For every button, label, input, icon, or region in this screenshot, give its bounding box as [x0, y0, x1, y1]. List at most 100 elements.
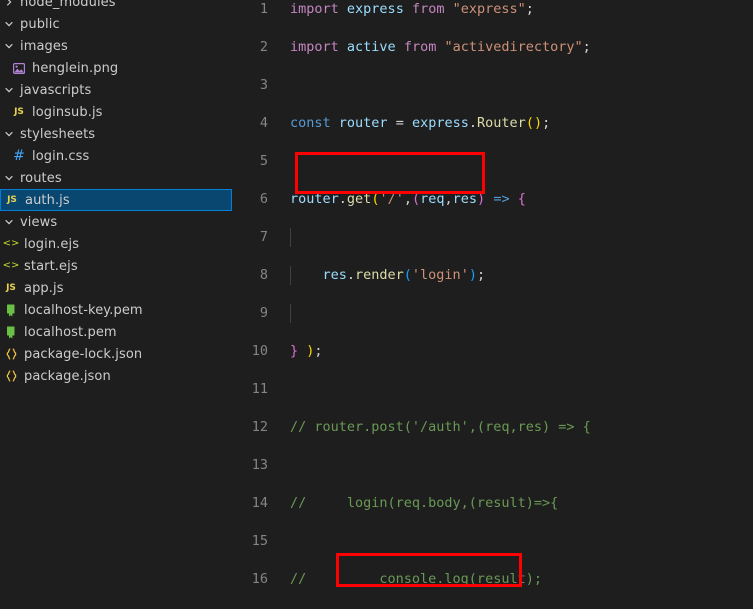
line-number: 12 [251, 419, 268, 435]
file-tree-item-label: henglein.png [32, 60, 119, 76]
file-tree-item-package-json[interactable]: package.json [0, 365, 232, 387]
code-token: "express" [452, 1, 526, 17]
code-token: active [346, 39, 396, 55]
code-line[interactable]: 12 // router.post('/auth',(req,res) => { [232, 418, 753, 437]
chevron-down-icon[interactable] [2, 19, 16, 29]
file-tree-item-localhost-pem[interactable]: localhost.pem [0, 321, 232, 343]
chevron-down-icon[interactable] [2, 217, 16, 227]
file-tree-item-label: localhost-key.pem [24, 302, 143, 318]
code-line[interactable]: 4 const router = express.Router(); [232, 114, 753, 133]
file-tree-item-package-lock-json[interactable]: package-lock.json [0, 343, 232, 365]
code-token: ; [582, 39, 591, 55]
code-token: const [290, 115, 331, 131]
file-tree-item-henglein-png[interactable]: henglein.png [0, 57, 232, 79]
code-line[interactable]: 6 router.get('/',(req,res) => { [232, 190, 753, 209]
file-tree-item-localhost-key-pem[interactable]: localhost-key.pem [0, 299, 232, 321]
file-tree-item-label: package-lock.json [24, 346, 143, 362]
file-tree-item-label: routes [20, 170, 62, 186]
code-line[interactable]: 16 // console.log(result); [232, 570, 753, 589]
file-tree-item-app-js[interactable]: JS app.js [0, 277, 232, 299]
file-tree-item-login-ejs[interactable]: <> login.ejs [0, 233, 232, 255]
code-line-text: // router.post('/auth',(req,res) => { [290, 418, 591, 437]
code-content[interactable]: 1 import express from "express"; 2 import a… [232, 0, 753, 609]
code-token: express [411, 115, 469, 131]
code-line[interactable]: 14 // login(req.body,(result)=>{ [232, 494, 753, 513]
css-file-icon: # [13, 148, 25, 164]
explorer-sidebar[interactable]: node_modules public images henglein.png java… [0, 0, 232, 609]
line-number: 1 [259, 1, 268, 17]
code-token: render [355, 267, 404, 283]
code-line[interactable]: 11 [232, 380, 753, 399]
code-token: } [290, 343, 299, 359]
js-file-icon: JS [7, 194, 17, 205]
chevron-down-icon[interactable] [2, 41, 16, 51]
line-number: 2 [259, 39, 268, 55]
chevron-down-icon[interactable] [2, 129, 16, 139]
certificate-file-icon [2, 326, 20, 339]
code-token: ) [477, 191, 486, 207]
code-token: ; [542, 115, 551, 131]
code-line[interactable]: 2 import active from "activedirectory"; [232, 38, 753, 57]
file-tree-item-stylesheets[interactable]: stylesheets [0, 123, 232, 145]
file-tree-item-images[interactable]: images [0, 35, 232, 57]
editor-pane[interactable]: 1 import express from "express"; 2 import a… [232, 0, 753, 609]
code-line[interactable]: 5 [232, 152, 753, 171]
code-line[interactable]: 1 import express from "express"; [232, 0, 753, 19]
code-token: from [403, 39, 437, 55]
html-file-icon: <> [2, 238, 20, 249]
file-tree-item-login-css[interactable]: # login.css [0, 145, 232, 167]
code-line[interactable]: 15 [232, 532, 753, 551]
file-tree-item-label: package.json [24, 368, 111, 384]
file-tree-item-start-ejs[interactable]: <> start.ejs [0, 255, 232, 277]
file-tree-item-loginsub-js[interactable]: JS loginsub.js [0, 101, 232, 123]
code-token: ; [525, 1, 534, 17]
code-token: // login(req.body,(result)=>{ [290, 495, 559, 511]
code-line[interactable]: 9 [232, 304, 753, 323]
code-token: , [444, 191, 453, 207]
file-tree-item-javascripts[interactable]: javascripts [0, 79, 232, 101]
file-tree-item-routes[interactable]: routes [0, 167, 232, 189]
chevron-down-icon[interactable] [2, 173, 16, 183]
code-token: . [468, 115, 478, 131]
code-line[interactable]: 3 [232, 76, 753, 95]
code-token: '/' [379, 191, 404, 207]
code-token: Router [477, 115, 526, 131]
code-line[interactable]: 10} ); [232, 342, 753, 361]
file-tree-item-label: auth.js [25, 192, 70, 208]
file-tree-item-label: views [20, 214, 58, 230]
file-tree-item-node-modules[interactable]: node_modules [0, 0, 232, 13]
code-token: ; [314, 343, 323, 359]
file-tree-item-views[interactable]: views [0, 211, 232, 233]
code-line[interactable]: 13 [232, 456, 753, 475]
code-token: import [290, 39, 339, 55]
code-token: ( [411, 191, 421, 207]
code-token: ) [468, 267, 477, 283]
chevron-right-icon[interactable] [2, 0, 16, 7]
file-tree-item-label: login.ejs [24, 236, 80, 252]
file-tree[interactable]: node_modules public images henglein.png java… [0, 0, 232, 387]
line-number: 5 [259, 153, 268, 169]
image-file-icon [10, 62, 28, 74]
js-file-icon: JS [6, 282, 16, 293]
file-tree-item-public[interactable]: public [0, 13, 232, 35]
chevron-down-icon[interactable] [2, 85, 16, 95]
indent-guide [290, 304, 291, 323]
code-token: 'login' [411, 267, 469, 283]
line-number: 3 [259, 77, 268, 93]
line-number: 8 [259, 267, 268, 283]
code-token: req [420, 191, 445, 207]
indent-guide [290, 228, 291, 247]
code-line[interactable]: 8 res.render('login'); [232, 266, 753, 285]
file-tree-item-auth-js[interactable]: JS auth.js [0, 189, 232, 211]
code-token: "activedirectory" [444, 39, 583, 55]
code-line[interactable]: 7 [232, 228, 753, 247]
code-line-text: // login(req.body,(result)=>{ [290, 494, 558, 513]
code-token: { [517, 191, 526, 207]
code-token: ( [403, 267, 412, 283]
